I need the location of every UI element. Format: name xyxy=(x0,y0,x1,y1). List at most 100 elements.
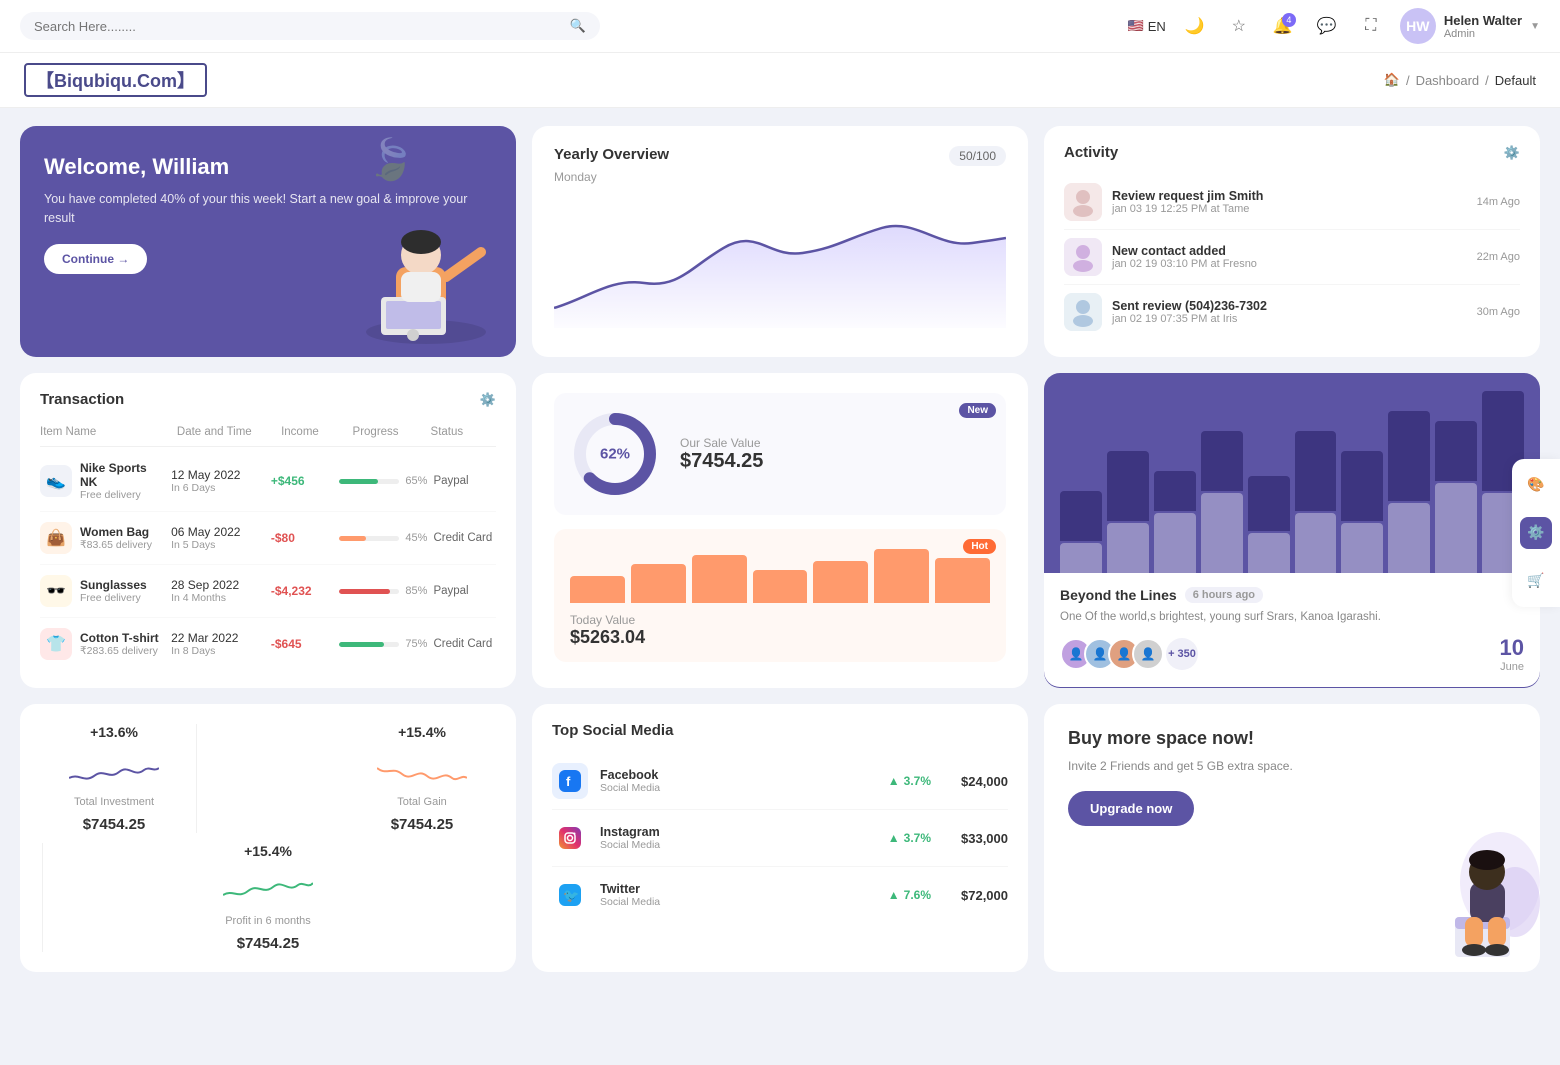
leaves-decoration: 🍃 xyxy=(366,136,416,183)
main-grid: 🍃 Welcome, William You have completed 40… xyxy=(0,108,1560,990)
instagram-amount: $33,000 xyxy=(943,831,1008,846)
activity-item-3: Sent review (504)236-7302 jan 02 19 07:3… xyxy=(1064,285,1520,339)
facebook-icon: f xyxy=(552,763,588,799)
social-row-twitter: 🐦 Twitter Social Media ▲ 7.6% $72,000 xyxy=(552,867,1008,923)
upgrade-button[interactable]: Upgrade now xyxy=(1068,791,1194,826)
fullscreen-icon[interactable]: ⛶ xyxy=(1356,11,1386,41)
item-name-3: Sunglasses xyxy=(80,578,147,592)
stat-pct-profit: +15.4% xyxy=(244,843,292,859)
stat-pct-gain: +15.4% xyxy=(398,724,446,740)
flag-icon: 🇺🇸 xyxy=(1128,18,1144,34)
language-selector[interactable]: 🇺🇸 EN xyxy=(1128,18,1166,34)
chat-icon[interactable]: 💬 xyxy=(1312,11,1342,41)
chevron-down-icon: ▼ xyxy=(1530,21,1540,32)
table-headers: Item Name Date and Time Income Progress … xyxy=(40,422,496,447)
bar-chart-card: Beyond the Lines 6 hours ago One Of the … xyxy=(1044,373,1540,688)
breadcrumb-current: Default xyxy=(1495,73,1536,88)
welcome-card: 🍃 Welcome, William You have completed 40… xyxy=(20,126,516,357)
continue-button[interactable]: Continue → xyxy=(44,244,147,274)
breadcrumb-dashboard[interactable]: Dashboard xyxy=(1416,73,1480,88)
progress-2: 45% xyxy=(339,532,427,544)
activity-name-1: Review request jim Smith xyxy=(1112,189,1467,203)
item-name-4: Cotton T-shirt xyxy=(80,631,159,645)
user-menu[interactable]: HW Helen Walter Admin ▼ xyxy=(1400,8,1540,44)
col-item: Item Name xyxy=(40,426,171,438)
settings-icon[interactable]: ⚙️ xyxy=(1504,145,1520,161)
stat-label-gain: Total Gain xyxy=(397,796,447,808)
today-value-card: Hot Today Value $5263.04 xyxy=(554,529,1006,662)
sidebar-icon-cart[interactable]: 🛒 xyxy=(1520,565,1552,597)
topnav: 🔍 🇺🇸 EN 🌙 ☆ 🔔 4 💬 ⛶ HW Helen Walter Admi… xyxy=(0,0,1560,53)
instagram-info: Instagram Social Media xyxy=(600,825,660,851)
avatar-stack: 👤 👤 👤 👤 xyxy=(1060,638,1156,670)
activity-ago-2: 22m Ago xyxy=(1477,251,1520,263)
stat-pct-investment: +13.6% xyxy=(90,724,138,740)
item-cell-4: 👕 Cotton T-shirt ₹283.65 delivery xyxy=(40,628,165,660)
table-row: 👟 Nike Sports NK Free delivery 12 May 20… xyxy=(40,451,496,512)
income-1: +$456 xyxy=(271,474,334,488)
sidebar-icon-settings[interactable]: ⚙️ xyxy=(1520,517,1552,549)
stats-card: +13.6% Total Investment $7454.25 +15.4% … xyxy=(20,704,516,972)
activity-header: Activity ⚙️ xyxy=(1064,144,1520,161)
activity-name-3: Sent review (504)236-7302 xyxy=(1112,299,1467,313)
item-sub-4: ₹283.65 delivery xyxy=(80,645,159,657)
beyond-date: 10 June xyxy=(1500,635,1524,673)
table-row: 🕶️ Sunglasses Free delivery 28 Sep 2022 … xyxy=(40,565,496,618)
activity-detail-3: jan 02 19 07:35 PM at Iris xyxy=(1112,313,1467,325)
svg-text:f: f xyxy=(566,774,571,789)
item-cell-3: 🕶️ Sunglasses Free delivery xyxy=(40,575,165,607)
col-date: Date and Time xyxy=(177,426,275,438)
yearly-overview-card: Yearly Overview 50/100 Monday xyxy=(532,126,1028,357)
transaction-header: Transaction ⚙️ xyxy=(40,391,496,408)
activity-info-3: Sent review (504)236-7302 jan 02 19 07:3… xyxy=(1112,299,1467,325)
notification-badge: 4 xyxy=(1282,13,1296,27)
item-name-1: Nike Sports NK xyxy=(80,461,165,489)
twitter-icon: 🐦 xyxy=(552,877,588,913)
home-icon[interactable]: 🏠 xyxy=(1384,72,1400,88)
yearly-header: Yearly Overview 50/100 xyxy=(554,146,1006,166)
item-sub-3: Free delivery xyxy=(80,592,147,604)
buy-space-desc: Invite 2 Friends and get 5 GB extra spac… xyxy=(1068,757,1337,775)
stat-item-gain: +15.4% Total Gain $7454.25 xyxy=(350,724,494,833)
facebook-info: Facebook Social Media xyxy=(600,768,660,794)
social-row-facebook: f Facebook Social Media ▲ 3.7% $24,000 xyxy=(552,753,1008,810)
social-row-instagram: Instagram Social Media ▲ 3.7% $33,000 xyxy=(552,810,1008,867)
social-title: Top Social Media xyxy=(552,722,673,739)
item-sub-1: Free delivery xyxy=(80,489,165,501)
breadcrumb: 🏠 / Dashboard / Default xyxy=(1384,72,1536,88)
status-1: Paypal xyxy=(433,475,496,487)
stat-label-profit: Profit in 6 months xyxy=(225,915,311,927)
today-value: $5263.04 xyxy=(570,627,990,648)
activity-thumb-3 xyxy=(1064,293,1102,331)
item-sub-2: ₹83.65 delivery xyxy=(80,539,152,551)
progress-4: 75% xyxy=(339,638,427,650)
transaction-title: Transaction xyxy=(40,391,124,408)
status-3: Paypal xyxy=(433,585,496,597)
stat-value-investment: $7454.25 xyxy=(83,816,146,833)
sale-info: Our Sale Value $7454.25 xyxy=(680,436,763,473)
yearly-badge: 50/100 xyxy=(949,146,1006,166)
yearly-chart xyxy=(554,198,1006,328)
col-progress: Progress xyxy=(353,426,425,438)
beyond-time: 6 hours ago xyxy=(1185,587,1263,603)
col-status: Status xyxy=(431,426,496,438)
star-icon[interactable]: ☆ xyxy=(1224,11,1254,41)
search-input[interactable] xyxy=(34,19,562,34)
activity-name-2: New contact added xyxy=(1112,244,1467,258)
income-4: -$645 xyxy=(271,637,334,651)
transaction-settings-icon[interactable]: ⚙️ xyxy=(480,392,496,408)
activity-item-1: Review request jim Smith jan 03 19 12:25… xyxy=(1064,175,1520,230)
notification-bell[interactable]: 🔔 4 xyxy=(1268,11,1298,41)
lang-label: EN xyxy=(1148,19,1166,34)
svg-text:🐦: 🐦 xyxy=(563,888,579,903)
sale-value-amount: $7454.25 xyxy=(680,450,763,473)
col-income: Income xyxy=(281,426,346,438)
search-box[interactable]: 🔍 xyxy=(20,12,600,40)
breadcrumb-bar: 【Biqubiqu.Com】 🏠 / Dashboard / Default xyxy=(0,53,1560,108)
user-role: Admin xyxy=(1444,28,1522,40)
status-4: Credit Card xyxy=(433,638,496,650)
date-cell-3: 28 Sep 2022 In 4 Months xyxy=(171,578,265,604)
sidebar-icon-palette[interactable]: 🎨 xyxy=(1520,469,1552,501)
dark-mode-toggle[interactable]: 🌙 xyxy=(1180,11,1210,41)
stat-item-investment: +13.6% Total Investment $7454.25 xyxy=(42,724,186,833)
